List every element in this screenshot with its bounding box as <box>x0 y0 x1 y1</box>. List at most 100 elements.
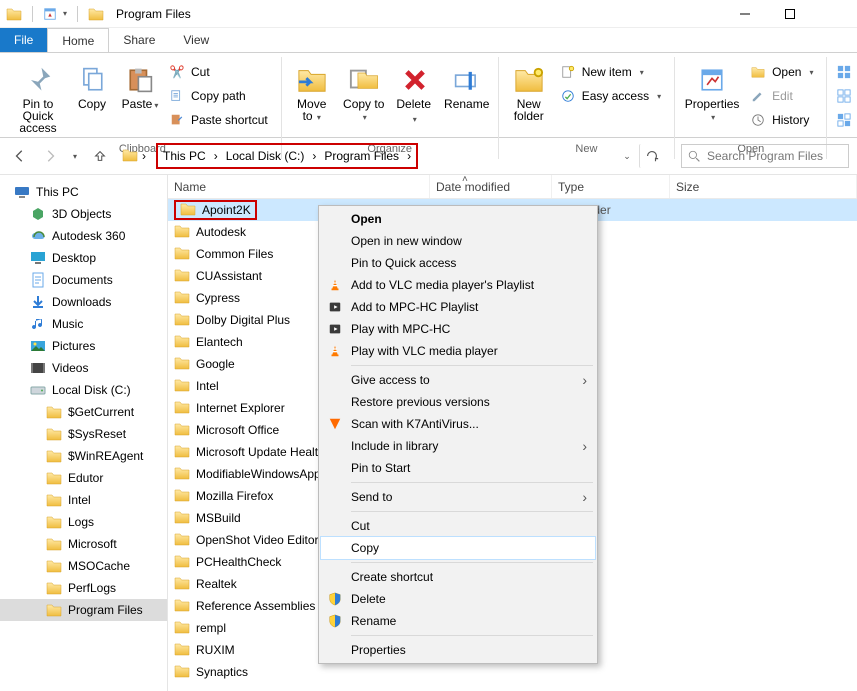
ctx-rename[interactable]: Rename <box>321 610 595 632</box>
maximize-button[interactable] <box>767 0 812 28</box>
file-name: ModifiableWindowsApps <box>196 467 327 481</box>
tree-item[interactable]: PerfLogs <box>0 577 167 599</box>
qat-properties-icon[interactable] <box>43 7 57 21</box>
ctx-open[interactable]: Open <box>321 208 595 230</box>
ctx-open-new-window[interactable]: Open in new window <box>321 230 595 252</box>
cut-button[interactable]: ✂️Cut <box>166 61 275 83</box>
col-size[interactable]: Size <box>670 175 857 198</box>
tree-item[interactable]: Local Disk (C:) <box>0 379 167 401</box>
chevron-right-icon[interactable]: › <box>308 146 320 166</box>
tree-item[interactable]: Music <box>0 313 167 335</box>
paste-button[interactable]: Paste▾ <box>118 61 162 115</box>
select-none-button[interactable]: Select none <box>833 85 857 107</box>
ctx-give-access[interactable]: Give access to <box>321 369 595 391</box>
file-list[interactable]: ˄ Name Date modified Type Size Apoint2K2… <box>168 175 857 691</box>
ctx-send-to[interactable]: Send to <box>321 486 595 508</box>
address-dropdown-button[interactable]: ⌄ <box>615 144 639 168</box>
properties-button[interactable]: Properties ▾ <box>681 61 743 127</box>
rename-button[interactable]: Rename <box>442 61 492 113</box>
ctx-pin-quick[interactable]: Pin to Quick access <box>321 252 595 274</box>
new-folder-button[interactable]: New folder <box>505 61 553 125</box>
tree-item[interactable]: Documents <box>0 269 167 291</box>
list-item[interactable]: Synaptics <box>168 661 857 683</box>
paste-shortcut-button[interactable]: Paste shortcut <box>166 109 275 131</box>
copy-to-button[interactable]: Copy to ▾ <box>340 61 388 127</box>
ctx-create-shortcut[interactable]: Create shortcut <box>321 566 595 588</box>
tree-item[interactable]: Program Files <box>0 599 167 621</box>
tree-item[interactable]: Downloads <box>0 291 167 313</box>
chevron-right-icon[interactable]: › <box>403 146 415 166</box>
ctx-vlc-playlist[interactable]: Add to VLC media player's Playlist <box>321 274 595 296</box>
ctx-cut[interactable]: Cut <box>321 515 595 537</box>
minimize-button[interactable] <box>722 0 767 28</box>
tree-item[interactable]: $SysReset <box>0 423 167 445</box>
file-name: Microsoft Office <box>196 423 279 437</box>
search-box[interactable]: Search Program Files <box>681 144 849 168</box>
copy-button[interactable]: Copy <box>70 61 114 113</box>
delete-button[interactable]: Delete ▾ <box>392 61 438 129</box>
file-name: Intel <box>196 379 219 393</box>
tree-item[interactable]: $WinREAgent <box>0 445 167 467</box>
new-item-button[interactable]: New item▾ <box>557 61 668 83</box>
qat-folder-icon[interactable] <box>6 6 22 22</box>
breadcrumb-root-chevron[interactable]: › <box>138 149 150 163</box>
nav-forward-button[interactable] <box>38 144 62 168</box>
breadcrumb-program-files[interactable]: Program Files <box>320 146 403 166</box>
select-all-button[interactable]: Select all <box>833 61 857 83</box>
folder-icon <box>174 333 190 352</box>
refresh-button[interactable] <box>639 144 663 168</box>
scissors-icon: ✂️ <box>169 64 185 80</box>
ctx-pin-start[interactable]: Pin to Start <box>321 457 595 479</box>
breadcrumb-local-disk[interactable]: Local Disk (C:) <box>222 146 309 166</box>
tree-item[interactable]: Desktop <box>0 247 167 269</box>
invert-selection-icon <box>836 112 852 128</box>
edit-button[interactable]: Edit <box>747 85 820 107</box>
tree-item[interactable]: Logs <box>0 511 167 533</box>
ctx-include-library[interactable]: Include in library <box>321 435 595 457</box>
tree-item[interactable]: Autodesk 360 <box>0 225 167 247</box>
home-tab[interactable]: Home <box>47 28 109 52</box>
pin-quick-access-button[interactable]: Pin to Quick access <box>10 61 66 137</box>
tree-item[interactable]: Intel <box>0 489 167 511</box>
nav-up-button[interactable] <box>88 144 112 168</box>
tree-item[interactable]: This PC <box>0 181 167 203</box>
folder-icon <box>174 531 190 550</box>
tree-item[interactable]: $GetCurrent <box>0 401 167 423</box>
move-to-button[interactable]: Move to ▾ <box>288 61 336 127</box>
rename-icon <box>451 64 483 96</box>
history-button[interactable]: History <box>747 109 820 131</box>
ctx-restore-previous[interactable]: Restore previous versions <box>321 391 595 413</box>
ctx-properties[interactable]: Properties <box>321 639 595 661</box>
nav-back-button[interactable] <box>8 144 32 168</box>
ribbon-tabstrip: File Home Share View <box>0 28 857 52</box>
nav-tree[interactable]: This PC3D ObjectsAutodesk 360DesktopDocu… <box>0 175 168 691</box>
breadcrumb-this-pc[interactable]: This PC <box>159 146 210 166</box>
tree-item[interactable]: Edutor <box>0 467 167 489</box>
ctx-play-mpc[interactable]: Play with MPC-HC <box>321 318 595 340</box>
sort-indicator-icon: ˄ <box>462 175 468 185</box>
chevron-right-icon[interactable]: › <box>210 146 222 166</box>
ctx-mpc-playlist[interactable]: Add to MPC-HC Playlist <box>321 296 595 318</box>
tree-item[interactable]: Videos <box>0 357 167 379</box>
open-button[interactable]: Open▾ <box>747 61 820 83</box>
easy-access-button[interactable]: Easy access▾ <box>557 85 668 107</box>
ctx-copy[interactable]: Copy <box>321 537 595 559</box>
nav-recent-button[interactable]: ▾ <box>68 144 82 168</box>
ctx-scan-k7[interactable]: Scan with K7AntiVirus... <box>321 413 595 435</box>
desktop-icon <box>30 250 46 266</box>
copy-path-button[interactable]: Copy path <box>166 85 275 107</box>
view-tab[interactable]: View <box>169 28 223 52</box>
col-type[interactable]: Type <box>552 175 670 198</box>
tree-item[interactable]: MSOCache <box>0 555 167 577</box>
col-name[interactable]: Name <box>168 175 430 198</box>
share-tab[interactable]: Share <box>109 28 169 52</box>
ctx-play-vlc[interactable]: Play with VLC media player <box>321 340 595 362</box>
ctx-delete[interactable]: Delete <box>321 588 595 610</box>
tree-item[interactable]: Microsoft <box>0 533 167 555</box>
col-date[interactable]: Date modified <box>430 175 552 198</box>
invert-selection-button[interactable]: Invert selection <box>833 109 857 131</box>
tree-item[interactable]: 3D Objects <box>0 203 167 225</box>
qat-dropdown-icon[interactable]: ▾ <box>63 9 67 18</box>
tree-item[interactable]: Pictures <box>0 335 167 357</box>
file-tab[interactable]: File <box>0 28 47 52</box>
